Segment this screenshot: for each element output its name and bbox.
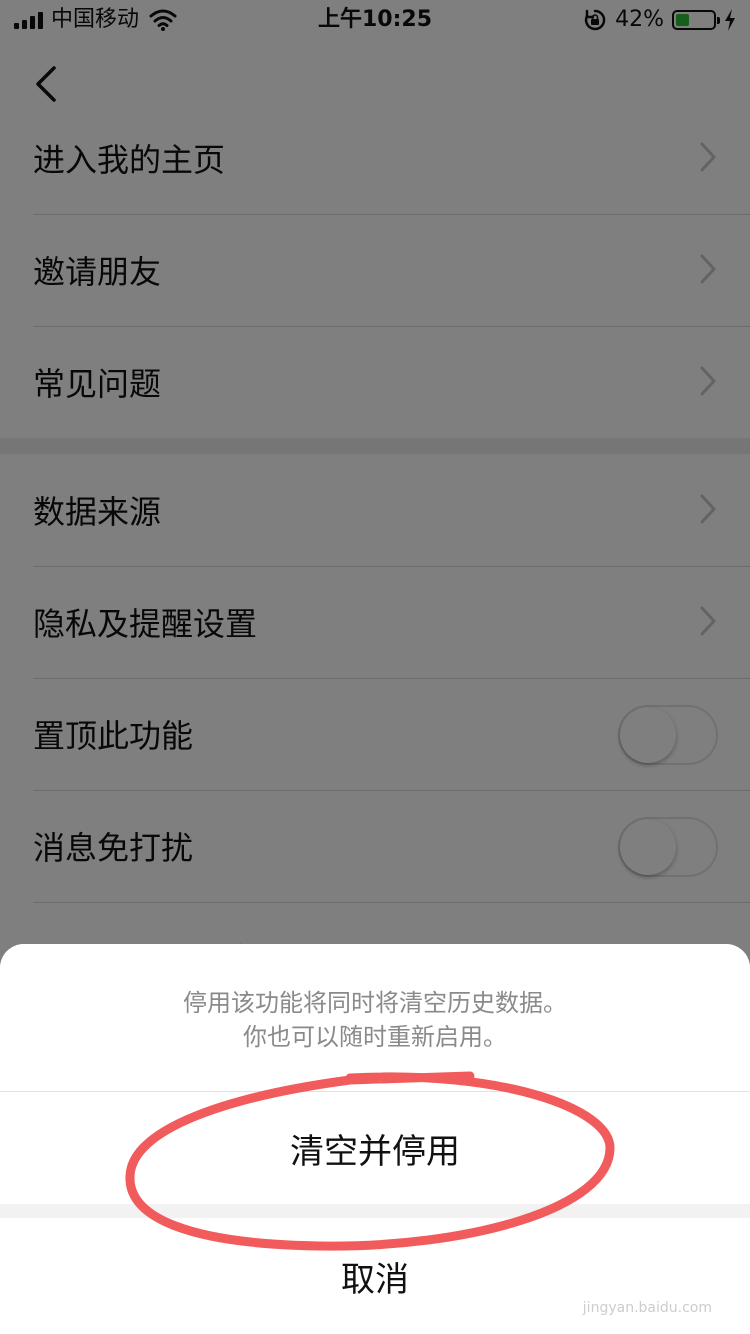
watermark-url: jingyan.baidu.com xyxy=(582,1300,712,1316)
sheet-separator xyxy=(0,1204,750,1218)
message-line-1: 停用该功能将同时将清空历史数据。 xyxy=(183,989,567,1017)
watermark-text: Bai 经验 xyxy=(582,1264,712,1299)
clear-and-disable-button[interactable]: 清空并停用 xyxy=(0,1092,750,1204)
message-line-2: 你也可以随时重新启用。 xyxy=(243,1023,507,1051)
action-sheet-message: 停用该功能将同时将清空历史数据。 你也可以随时重新启用。 xyxy=(0,944,750,1092)
baidu-watermark: Bai 经验 jingyan.baidu.com xyxy=(582,1256,712,1316)
